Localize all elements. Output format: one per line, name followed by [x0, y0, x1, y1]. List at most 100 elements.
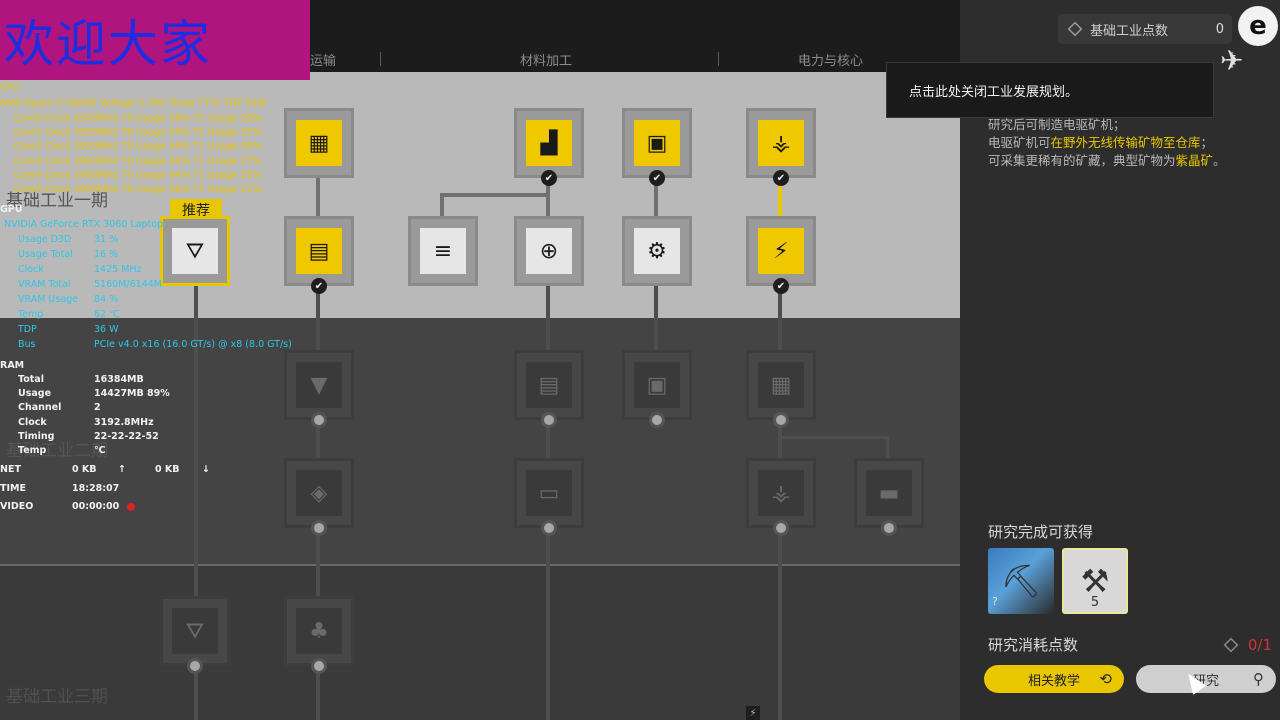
tech-node[interactable]: ▣ ✔: [622, 108, 692, 186]
reactor-icon: ▣: [634, 362, 680, 408]
core-row: Core2 Clock 3993MHz T0 Usage 44% T1 Usag…: [14, 141, 262, 152]
link-icon: ⟲: [1099, 670, 1112, 688]
gpu-value: 36 W: [94, 324, 119, 335]
lock-icon: [541, 412, 557, 428]
pylon-icon: ⚶: [758, 120, 804, 166]
time-value: 18:28:07: [72, 483, 120, 494]
ram-key: Usage: [18, 388, 52, 399]
tab-power-core[interactable]: 电力与核心: [798, 50, 863, 69]
core-row: Core5 Clock 3993MHz T0 Usage 46% T1 Usag…: [14, 184, 262, 195]
tech-node[interactable]: ≡: [408, 216, 478, 286]
tech-node[interactable]: ⊕: [514, 216, 584, 286]
desc-text: 。: [1213, 153, 1226, 168]
reward-title: 研究完成可获得: [988, 523, 1094, 541]
tech-description: 研究后可制造电驱矿机； 电驱矿机可在野外无线传输矿物至仓库； 可采集更稀有的矿藏…: [988, 116, 1268, 170]
tech-node[interactable]: ⚡ ✔: [746, 216, 816, 294]
tech-node-locked[interactable]: ♣: [284, 596, 354, 674]
ram-value: ℃: [94, 445, 106, 456]
cube-icon: [1223, 637, 1239, 652]
splitter-icon: ⊕: [526, 228, 572, 274]
net-label: NET: [0, 464, 21, 475]
checkmark-icon: ✔: [649, 170, 665, 186]
tech-node[interactable]: ▤ ✔: [284, 216, 354, 294]
furnace-icon: ▣: [634, 120, 680, 166]
gpu-value: 1425 MHz: [94, 264, 142, 275]
checkmark-icon: ✔: [541, 170, 557, 186]
cost-value: 0/1: [1247, 635, 1272, 654]
gpu-key: TDP: [18, 324, 37, 335]
upload-arrow-icon: ↑: [118, 464, 126, 475]
ram-key: Total: [18, 374, 44, 385]
filter-icon: ▼: [296, 362, 342, 408]
video-label: VIDEO: [0, 501, 34, 512]
tech-node-locked[interactable]: ▦: [746, 350, 816, 428]
tech-node-locked[interactable]: ▭: [514, 458, 584, 536]
gpu-value: 5160M/6144M: [94, 279, 162, 290]
tech-node[interactable]: ⚶ ✔: [746, 108, 816, 186]
tech-node[interactable]: ⚙: [622, 216, 692, 286]
desc-highlight: 在野外无线传输矿物至仓库: [1050, 135, 1201, 150]
research-button[interactable]: 研究 ⚲: [1136, 665, 1276, 693]
tech-node-locked[interactable]: ◈: [284, 458, 354, 536]
core-row: Core4 Clock 3993MHz T0 Usage 44% T1 Usag…: [14, 170, 262, 181]
miner-machine-icon: ⛏: [1000, 562, 1042, 600]
lock-icon: [541, 520, 557, 536]
tech-node-locked[interactable]: ▬: [854, 458, 924, 536]
lock-icon: [187, 658, 203, 674]
search-gear-icon: ⚙: [634, 228, 680, 274]
battery-icon: ▬: [866, 470, 912, 516]
gpu-value: 84 %: [94, 294, 119, 305]
ram-value: 2: [94, 402, 101, 413]
tab-material-processing[interactable]: 材料加工: [520, 50, 572, 69]
search-icon: ⚲: [1253, 670, 1264, 688]
drill-icon: ⛛: [172, 608, 218, 654]
video-timer: 00:00:00: [72, 501, 136, 512]
tutorial-button[interactable]: 相关教学 ⟲: [984, 665, 1124, 693]
ram-key: Channel: [18, 402, 62, 413]
lock-icon: [311, 520, 327, 536]
close-plan-tooltip[interactable]: 点击此处关闭工业发展规划。: [886, 62, 1214, 118]
desc-highlight: 紫晶矿: [1175, 153, 1214, 168]
power-icon: ⚡: [758, 228, 804, 274]
download-arrow-icon: ↓: [202, 464, 210, 475]
desc-line: 研究后可制造电驱矿机；: [988, 117, 1126, 132]
crate-icon: ▤: [526, 362, 572, 408]
tech-node-locked[interactable]: ▣: [622, 350, 692, 428]
sprayer-icon: ◈: [296, 470, 342, 516]
points-label: 基础工业点数: [1090, 23, 1169, 39]
tech-node-locked[interactable]: ⚶: [746, 458, 816, 536]
tech-node-locked[interactable]: ▼: [284, 350, 354, 428]
welcome-banner: 欢迎大家: [0, 0, 310, 80]
tech-node[interactable]: ▟ ✔: [514, 108, 584, 186]
tech-node-locked[interactable]: ⛛: [160, 596, 230, 674]
lock-icon: [311, 658, 327, 674]
checkmark-icon: ✔: [311, 278, 327, 294]
reward-item[interactable]: ⛏ ?: [988, 548, 1054, 614]
power-tag-icon: ⚡: [746, 706, 760, 720]
assembler-icon: ▤: [296, 228, 342, 274]
logo-icon: e: [1238, 6, 1278, 46]
factory-icon: ▦: [296, 120, 342, 166]
ram-key: Temp: [18, 445, 47, 456]
tree-connector: [440, 193, 550, 197]
lock-icon: [773, 520, 789, 536]
tab-transport[interactable]: 运输: [310, 50, 336, 69]
gpu-key: Usage D3D: [18, 234, 72, 245]
gpu-key: VRAM Total: [18, 279, 71, 290]
gpu-value: 16 %: [94, 249, 119, 260]
tech-node[interactable]: ⛛: [160, 216, 230, 286]
tree-connector: [778, 436, 888, 439]
industry-points-chip: 基础工业点数 0: [1058, 14, 1232, 44]
lock-icon: [881, 520, 897, 536]
cube-icon: [1067, 21, 1083, 37]
reward-item[interactable]: ⚒ 5: [1062, 548, 1128, 614]
help-icon: ?: [992, 595, 998, 608]
research-cost-row: 研究消耗点数 0/1: [988, 634, 1272, 655]
gpu-value: PCIe v4.0 x16 (16.0 GT/s) @ x8 (8.0 GT/s…: [94, 339, 292, 350]
tech-node-locked[interactable]: ▤: [514, 350, 584, 428]
time-label: TIME: [0, 483, 26, 494]
tech-node[interactable]: ▦: [284, 108, 354, 178]
cpu-summary: AMD Ryzen 5 5600H Voltage 1.28V Temp 77℃…: [0, 98, 267, 109]
tree-connector: [316, 176, 320, 220]
game-screen: 运输 材料加工 电力与核心 基础工业一期 基础工业二期 基础工业三期 ▦ ▟ ✔ …: [0, 0, 1280, 720]
